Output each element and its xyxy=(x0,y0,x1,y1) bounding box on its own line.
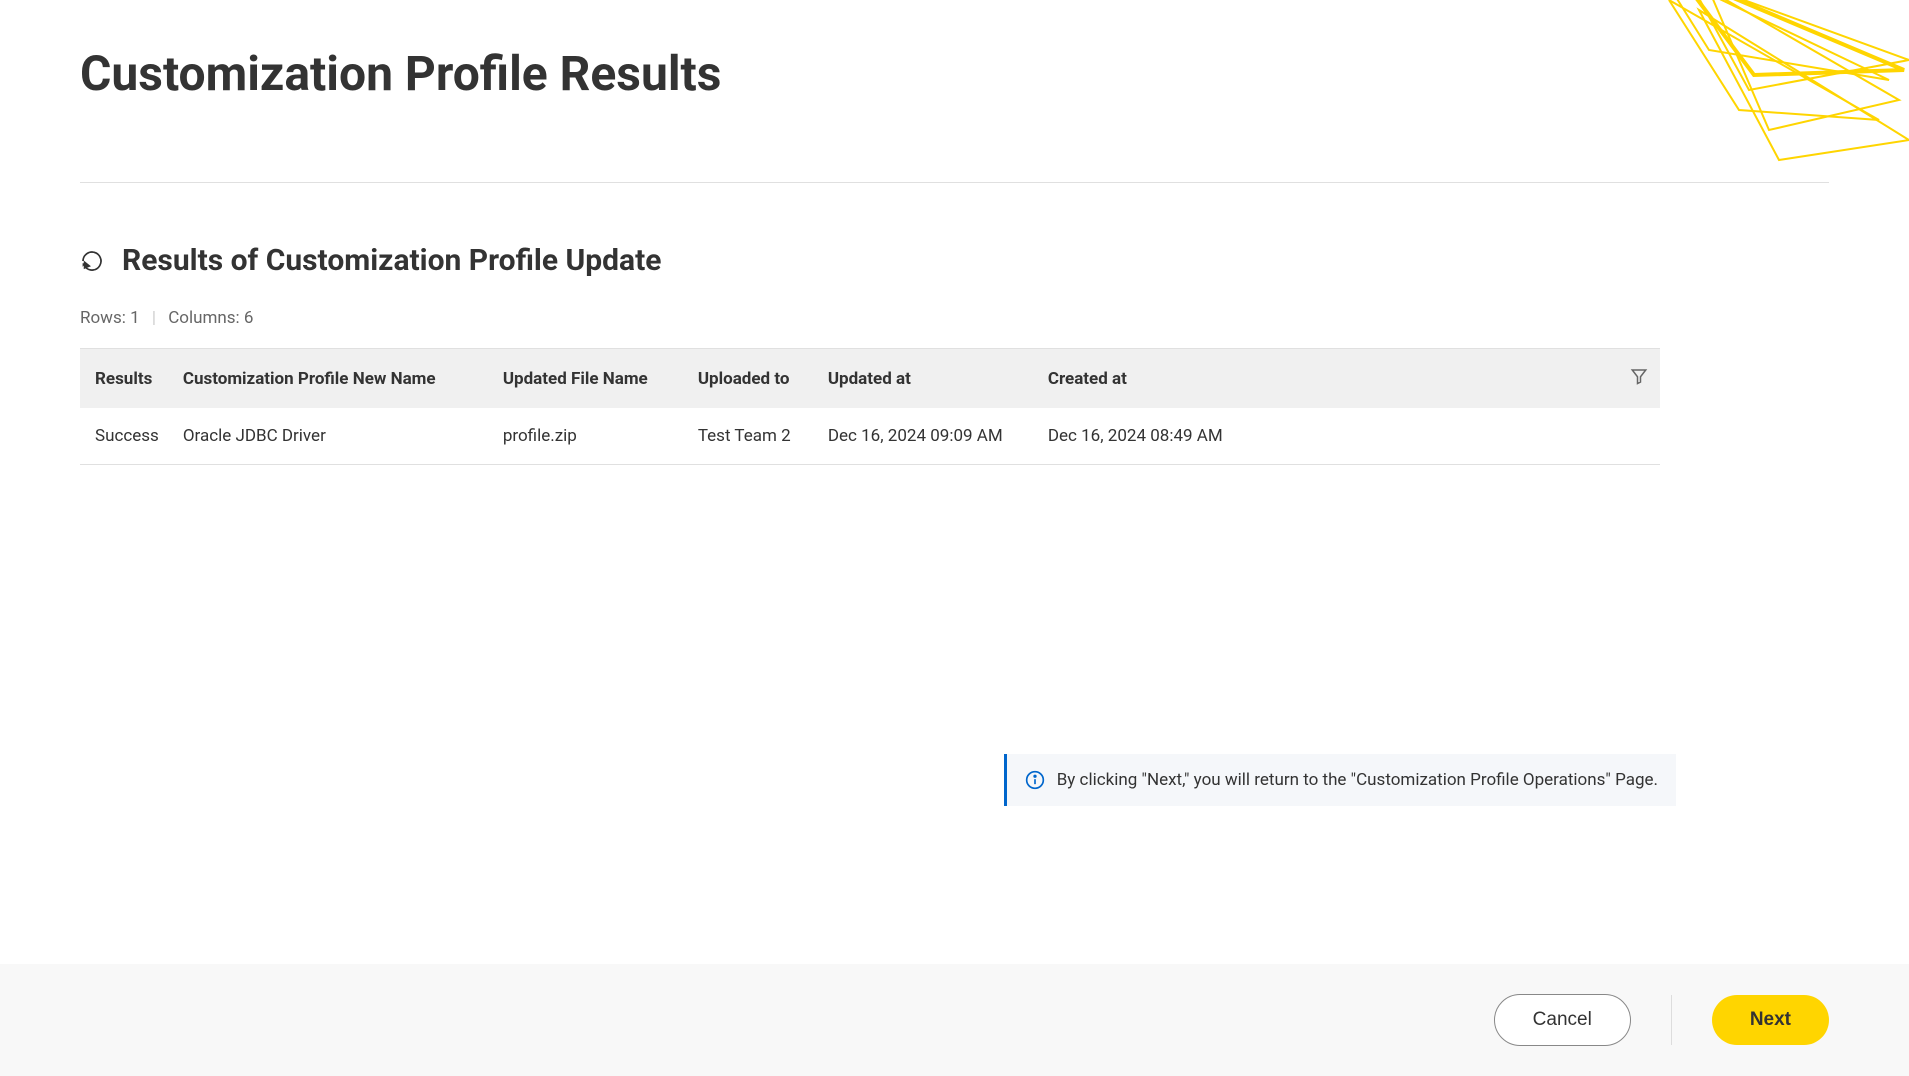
header-profile-name: Customization Profile New Name xyxy=(171,349,491,409)
page-title: Customization Profile Results xyxy=(80,45,1829,102)
table-info-separator: | xyxy=(152,308,160,328)
info-message: By clicking "Next," you will return to t… xyxy=(1057,770,1658,790)
table-header-row: Results Customization Profile New Name U… xyxy=(80,349,1660,409)
info-banner: By clicking "Next," you will return to t… xyxy=(1004,754,1676,806)
footer-bar: Cancel Next xyxy=(0,964,1909,1076)
cell-created-at: Dec 16, 2024 08:49 AM xyxy=(1036,408,1618,465)
rows-count: 1 xyxy=(130,308,140,328)
filter-icon[interactable] xyxy=(1630,367,1648,385)
info-icon xyxy=(1025,770,1045,790)
header-results: Results xyxy=(80,349,171,409)
header-file-name: Updated File Name xyxy=(491,349,686,409)
cell-results: Success xyxy=(80,408,171,465)
cell-filter-empty xyxy=(1618,408,1660,465)
header-uploaded-to: Uploaded to xyxy=(686,349,816,409)
cell-profile-name: Oracle JDBC Driver xyxy=(171,408,491,465)
header-filter xyxy=(1618,349,1660,409)
cancel-button[interactable]: Cancel xyxy=(1494,994,1631,1046)
section-header: Results of Customization Profile Update xyxy=(80,243,1829,278)
table-info: Rows: 1 | Columns: 6 xyxy=(80,308,1829,328)
cell-uploaded-to: Test Team 2 xyxy=(686,408,816,465)
columns-count: 6 xyxy=(244,308,254,328)
footer-divider xyxy=(1671,995,1672,1045)
divider xyxy=(80,182,1829,183)
header-updated-at: Updated at xyxy=(816,349,1036,409)
results-table: Results Customization Profile New Name U… xyxy=(80,348,1660,465)
columns-label: Columns: xyxy=(168,308,239,328)
header-created-at: Created at xyxy=(1036,349,1618,409)
table-row: Success Oracle JDBC Driver profile.zip T… xyxy=(80,408,1660,465)
rows-label: Rows: xyxy=(80,308,126,328)
next-button[interactable]: Next xyxy=(1712,995,1829,1045)
section-title: Results of Customization Profile Update xyxy=(122,243,661,278)
refresh-icon[interactable] xyxy=(80,249,104,273)
cell-file-name: profile.zip xyxy=(491,408,686,465)
cell-updated-at: Dec 16, 2024 09:09 AM xyxy=(816,408,1036,465)
